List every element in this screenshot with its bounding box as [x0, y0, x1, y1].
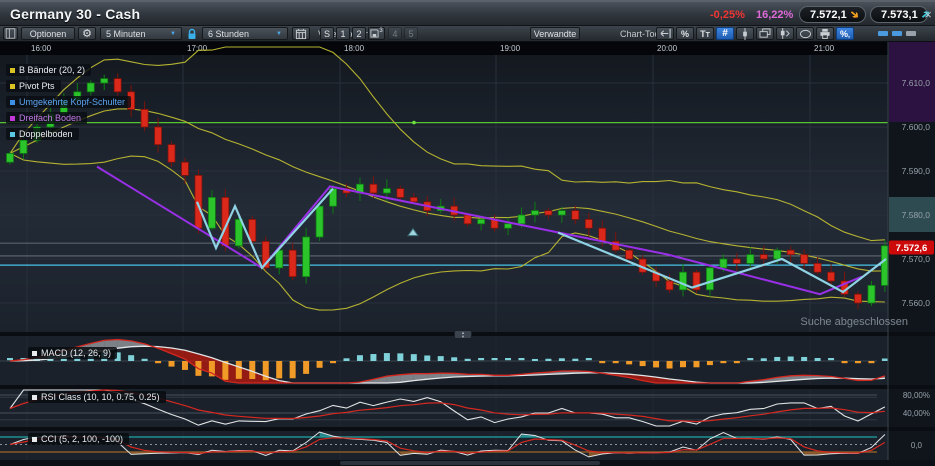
svg-text:7.560,0: 7.560,0	[902, 298, 931, 308]
window-tab-icon[interactable]	[878, 31, 888, 36]
svg-text:7.572,6: 7.572,6	[896, 243, 928, 254]
title-bar: Germany 30 - Cash -0,25% 16,22% 7.572,1 …	[0, 0, 935, 26]
legend-item-1[interactable]: B Bänder (20, 2)	[6, 64, 91, 76]
preset-button-2[interactable]: 2	[352, 27, 366, 40]
rsi-label-text: RSI Class (10, 10, 0.75, 0.25)	[41, 392, 160, 402]
legend-item-4[interactable]: Dreifach Boden	[6, 112, 87, 124]
svg-text:7.600,0: 7.600,0	[902, 122, 931, 132]
legend-label: Umgekehrte Kopf-Schulter	[19, 97, 125, 107]
macd-panel-label[interactable]: MACD (12, 26, 9)	[28, 347, 117, 359]
rsi-panel-label[interactable]: RSI Class (10, 10, 0.75, 0.25)	[28, 391, 166, 403]
preset-button-1[interactable]: 1	[336, 27, 350, 40]
range-percent: 16,22%	[756, 9, 793, 21]
svg-text:18:00: 18:00	[344, 44, 365, 53]
print-icon[interactable]	[816, 27, 834, 40]
legend-item-2[interactable]: Pivot Pts	[6, 80, 61, 92]
ellipse-tool-icon[interactable]	[796, 27, 814, 40]
buy-price-button[interactable]: 7.573,1 ➔	[870, 6, 928, 23]
chart-toolbar: Optionen ⚙ 5 Minuten▼ 6 Stunden▼ Voreins…	[0, 26, 935, 42]
svg-text:7.590,0: 7.590,0	[902, 166, 931, 176]
cci-label-text: CCI (5, 2, 100, -100)	[41, 434, 123, 444]
bullet-icon	[32, 437, 37, 442]
window-tab-icon[interactable]	[906, 31, 916, 36]
bullet-icon	[10, 116, 15, 121]
panel-splitter-handle[interactable]: ▲▼	[454, 330, 472, 339]
interval-value: 5 Minuten	[106, 29, 146, 39]
calendar-icon[interactable]	[292, 27, 310, 40]
related-label: Verwandte	[534, 29, 577, 39]
related-button[interactable]: Verwandte	[530, 27, 580, 40]
chevron-down-icon: ▼	[170, 31, 176, 37]
bullet-icon	[32, 351, 37, 356]
macd-label-text: MACD (12, 26, 9)	[41, 348, 111, 358]
buy-price-value: 7.573,1	[881, 9, 918, 21]
options-label: Optionen	[30, 29, 67, 39]
sell-price-button[interactable]: 7.572,1 ➔	[799, 6, 866, 23]
text-tool-icon[interactable]: TT	[696, 27, 714, 40]
insert-line-icon[interactable]	[656, 27, 674, 40]
bullet-icon	[10, 100, 15, 105]
preset-button-5[interactable]: 5	[404, 27, 418, 40]
indicator-legend: B Bänder (20, 2) Pivot Pts Umgekehrte Kopf…	[6, 64, 131, 144]
legend-label: B Bänder (20, 2)	[19, 65, 85, 75]
candle-settings-icon[interactable]	[776, 27, 794, 40]
svg-text:7.580,0: 7.580,0	[902, 210, 931, 220]
draw-percent-icon[interactable]: %,	[836, 27, 854, 40]
price-down-arrow-icon: ➔	[847, 7, 862, 23]
duration-dropdown[interactable]: 6 Stunden ▼	[202, 27, 288, 40]
svg-text:7.610,0: 7.610,0	[902, 78, 931, 88]
close-icon[interactable]: ×	[922, 7, 934, 22]
svg-text:16:00: 16:00	[31, 44, 52, 53]
preset-button-s[interactable]: S	[320, 27, 334, 40]
svg-text:40,00%: 40,00%	[903, 409, 930, 418]
grid-icon[interactable]: #	[716, 27, 734, 40]
cci-panel-label[interactable]: CCI (5, 2, 100, -100)	[28, 433, 129, 445]
candlestick-type-icon[interactable]	[736, 27, 754, 40]
save-preset-button[interactable]: 3	[368, 27, 385, 40]
legend-label: Dreifach Boden	[19, 113, 81, 123]
change-percent: -0,25%	[710, 9, 745, 21]
interval-dropdown[interactable]: 5 Minuten ▼	[100, 27, 182, 40]
cascade-windows-icon[interactable]	[756, 27, 774, 40]
legend-item-5[interactable]: Doppelboden	[6, 128, 79, 140]
svg-text:19:00: 19:00	[500, 44, 521, 53]
svg-text:80,00%: 80,00%	[903, 391, 930, 400]
bullet-icon	[32, 395, 37, 400]
bullet-icon	[10, 68, 15, 73]
chevron-down-icon: ▼	[276, 31, 282, 37]
sell-price-value: 7.572,1	[810, 9, 847, 21]
window-tab-icon[interactable]	[892, 31, 902, 36]
percent-scale-icon[interactable]: %	[676, 27, 694, 40]
duration-value: 6 Stunden	[208, 29, 249, 39]
trading-window: 7.610,0 7.600,0 7.590,0 7.580,0 7.570,0 7.560…	[0, 0, 935, 466]
svg-text:21:00: 21:00	[814, 44, 835, 53]
lock-icon[interactable]	[186, 28, 198, 42]
status-message: Suche abgeschlossen	[0, 316, 908, 328]
gear-icon[interactable]: ⚙	[78, 27, 96, 40]
svg-text:7.570,0: 7.570,0	[902, 254, 931, 264]
svg-text:0,0: 0,0	[911, 441, 923, 450]
legend-label: Pivot Pts	[19, 81, 55, 91]
bullet-icon	[10, 84, 15, 89]
bullet-icon	[10, 132, 15, 137]
instrument-title: Germany 30 - Cash	[10, 6, 140, 22]
legend-item-3[interactable]: Umgekehrte Kopf-Schulter	[6, 96, 131, 108]
preset-button-4[interactable]: 4	[388, 27, 402, 40]
options-button[interactable]: Optionen	[21, 27, 75, 40]
legend-label: Doppelboden	[19, 129, 73, 139]
svg-text:20:00: 20:00	[657, 44, 678, 53]
panel-toggle-icon[interactable]	[3, 27, 18, 40]
